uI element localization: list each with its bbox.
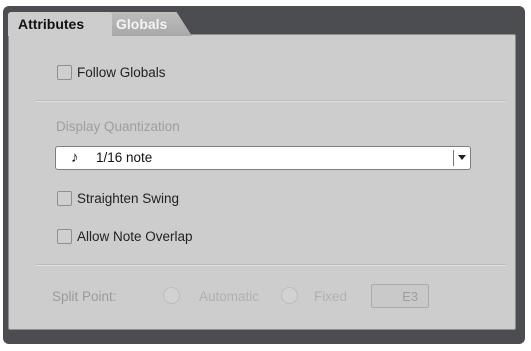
- divider: [36, 264, 506, 266]
- split-point-note-field[interactable]: E3: [371, 284, 429, 308]
- display-quantization-value: 1/16 note: [96, 150, 153, 165]
- straighten-swing-label: Straighten Swing: [77, 191, 180, 206]
- split-point-label: Split Point:: [52, 289, 117, 304]
- split-point-automatic-radio[interactable]: [163, 287, 180, 304]
- sixteenth-note-icon: ♪: [71, 149, 79, 166]
- tab-attributes-label: Attributes: [18, 16, 85, 32]
- chevron-down-icon[interactable]: [458, 155, 466, 160]
- tab-attributes[interactable]: Attributes: [8, 12, 112, 36]
- allow-note-overlap-checkbox[interactable]: [57, 229, 72, 244]
- split-point-automatic-label: Automatic: [199, 289, 260, 304]
- divider: [36, 100, 506, 102]
- display-quantization-label: Display Quantization: [56, 119, 180, 134]
- split-point-fixed-radio[interactable]: [281, 287, 298, 304]
- dropdown-separator: [453, 150, 454, 166]
- split-point-note-value: E3: [402, 289, 418, 304]
- follow-globals-label: Follow Globals: [77, 65, 166, 80]
- display-quantization-dropdown[interactable]: ♪ 1/16 note: [55, 146, 471, 170]
- follow-globals-checkbox[interactable]: [57, 65, 72, 80]
- straighten-swing-checkbox[interactable]: [57, 191, 72, 206]
- allow-note-overlap-label: Allow Note Overlap: [77, 229, 193, 244]
- tab-globals-label: Globals: [116, 16, 168, 32]
- split-point-fixed-label: Fixed: [314, 289, 348, 304]
